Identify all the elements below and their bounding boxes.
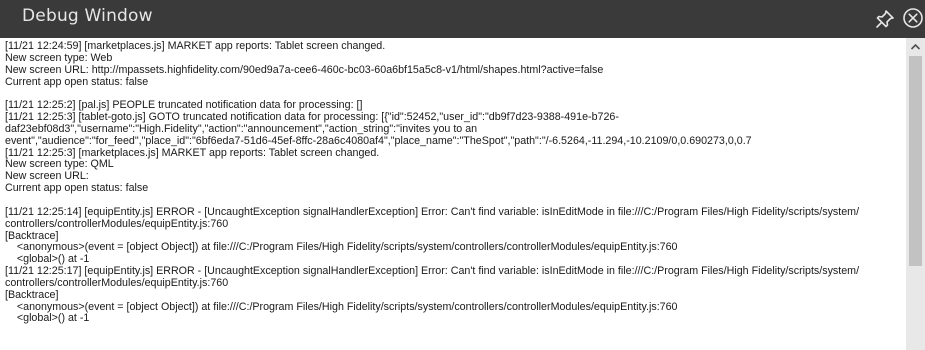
title-bar[interactable]: Debug Window [0,0,925,36]
log-line: <anonymous>(event = [object Object]) at … [5,300,678,313]
log-line: controllers/controllerModules/equipEntit… [5,276,229,289]
scroll-up-button[interactable] [906,38,925,56]
log-line: event","audience":"for_feed","place_id":… [5,134,752,147]
log-line: Current app open status: false [5,75,149,88]
log-line: New screen type: QML [5,158,114,171]
vertical-scrollbar[interactable] [906,38,925,350]
log-line: [11/21 12:24:59] [marketplaces.js] MARKE… [5,40,386,52]
log-text: [11/21 12:24:59] [marketplaces.js] MARKE… [0,38,906,325]
log-output-pane[interactable]: [11/21 12:24:59] [marketplaces.js] MARKE… [0,38,906,350]
log-line: New screen URL: http://mpassets.highfide… [5,63,604,76]
log-line: [11/21 12:25:3] [marketplaces.js] MARKET… [5,146,380,159]
log-line: [11/21 12:25:14] [equipEntity.js] ERROR … [5,205,860,218]
close-icon[interactable] [902,7,924,29]
log-line: New screen type: Web [5,51,113,64]
log-line: Current app open status: false [5,182,149,195]
scrollbar-thumb[interactable] [909,56,922,266]
log-line: <global>() at -1 [5,312,90,325]
pin-icon[interactable] [874,8,896,30]
log-line: controllers/controllerModules/equipEntit… [5,217,229,230]
window-title: Debug Window [22,6,153,26]
debug-window: Debug Window [11/21 12:24:59] [marketpla… [0,0,925,350]
log-line: [Backtrace] [5,288,59,301]
log-line: <anonymous>(event = [object Object]) at … [5,241,678,254]
log-line: daf23ebf08d3","username":"High.Fidelity"… [5,122,478,135]
